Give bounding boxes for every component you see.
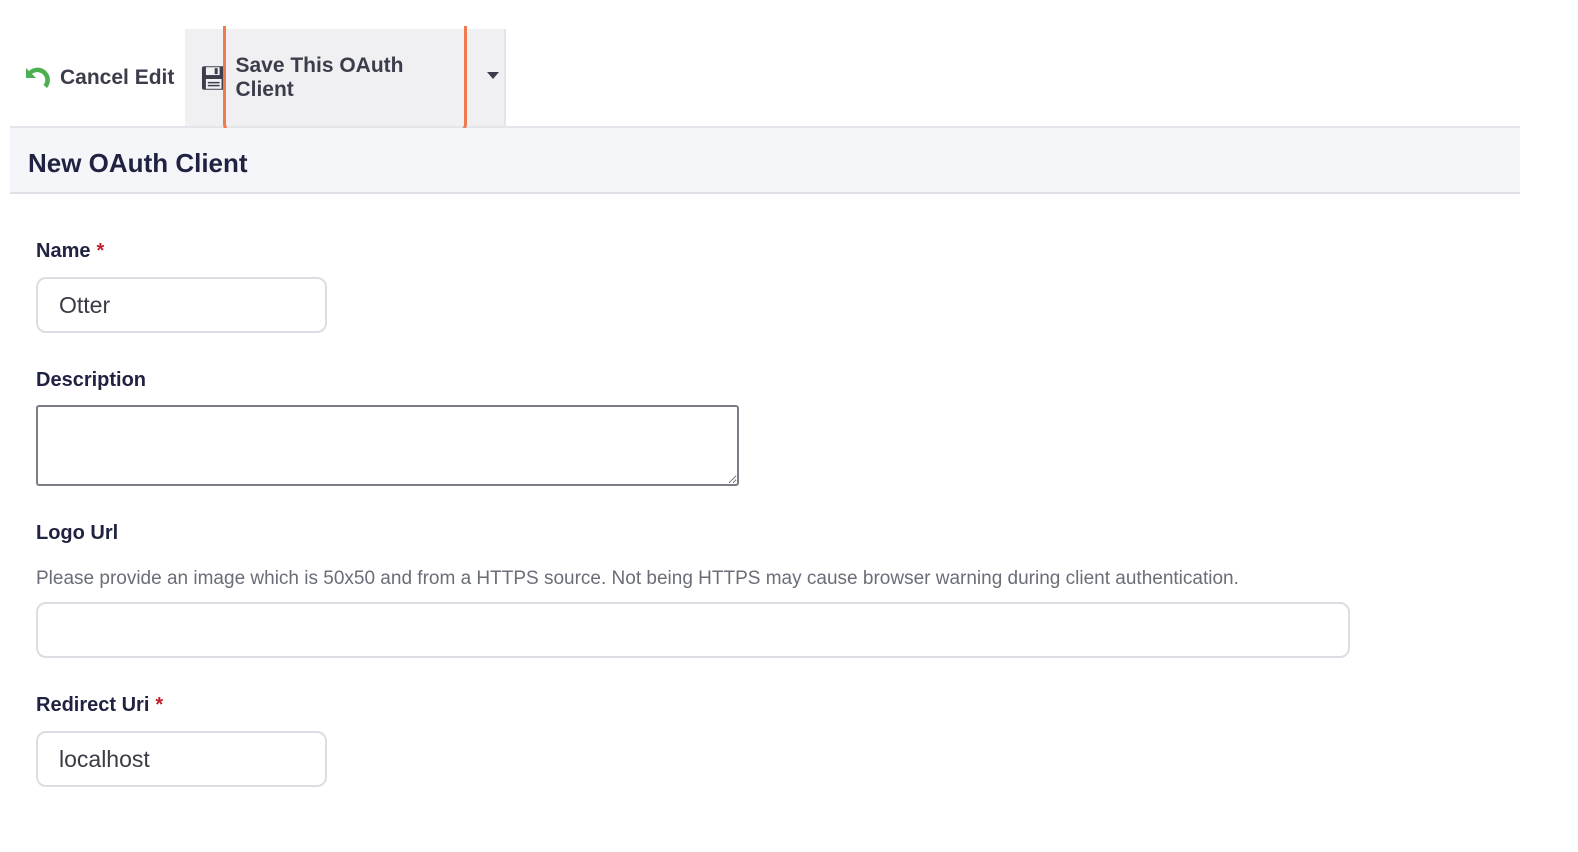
required-marker: *: [96, 240, 105, 262]
floppy-disk-icon: [201, 65, 226, 90]
logo-url-input[interactable]: [36, 602, 1350, 658]
cancel-edit-button[interactable]: Cancel Edit: [22, 29, 187, 126]
logo-url-field-label: Logo Url: [36, 522, 118, 545]
name-field-label: Name *: [36, 240, 104, 263]
name-label-text: Name: [36, 240, 91, 262]
redirect-uri-label-text: Redirect Uri: [36, 694, 150, 716]
redirect-uri-input[interactable]: [36, 731, 327, 787]
description-label-text: Description: [36, 369, 147, 391]
toolbar: Cancel Edit Save This OAuth Client: [10, 29, 1520, 128]
name-input[interactable]: [36, 277, 327, 333]
save-button-group: Save This OAuth Client: [185, 29, 505, 126]
save-oauth-client-label: Save This OAuth Client: [235, 53, 404, 101]
logo-url-label-text: Logo Url: [36, 522, 119, 544]
logo-url-help-text: Please provide an image which is 50x50 a…: [36, 568, 1239, 589]
description-textarea[interactable]: [36, 405, 739, 486]
cancel-edit-label: Cancel Edit: [60, 65, 175, 89]
save-oauth-client-button[interactable]: Save This OAuth Client: [201, 29, 463, 126]
description-field-label: Description: [36, 369, 146, 392]
page-title: New OAuth Client: [28, 148, 248, 178]
caret-down-icon: [486, 72, 499, 79]
undo-arrow-icon: [26, 67, 50, 88]
redirect-uri-field-label: Redirect Uri *: [36, 694, 163, 717]
page-header: New OAuth Client: [10, 128, 1520, 194]
toolbar-divider: [504, 29, 506, 126]
save-options-dropdown[interactable]: [480, 29, 505, 126]
oauth-client-edit-page: Cancel Edit Save This OAuth Client New O…: [0, 0, 1578, 852]
required-marker: *: [155, 694, 164, 716]
